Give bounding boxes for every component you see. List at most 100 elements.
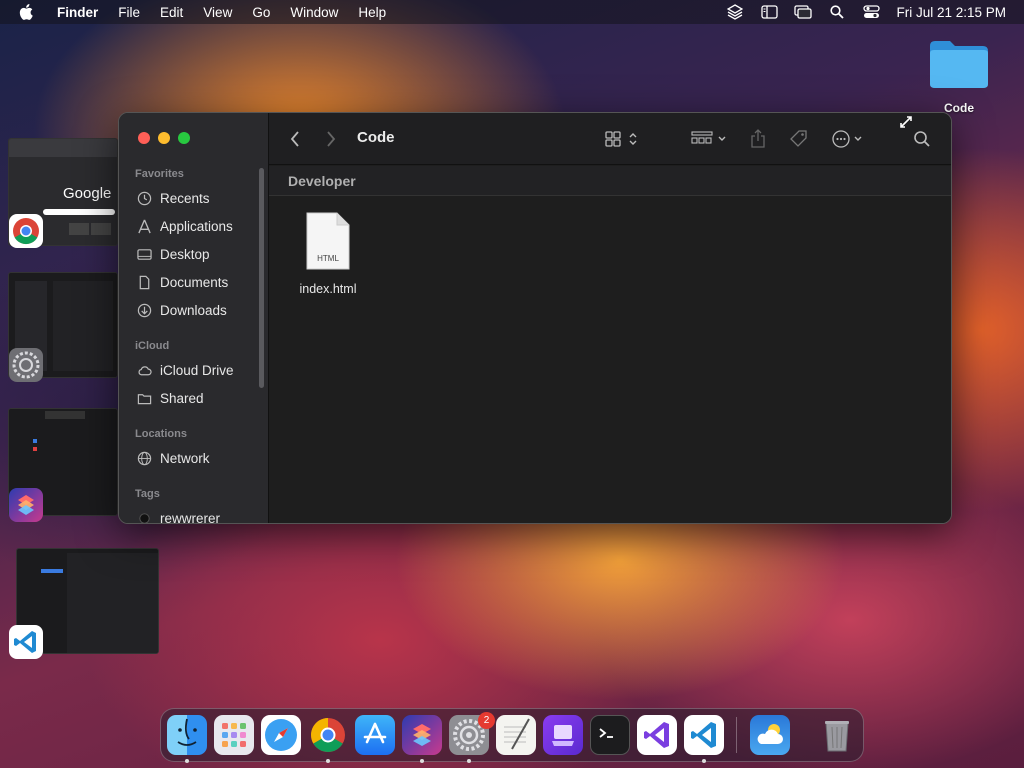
sidebar-item-label: Shared xyxy=(160,390,204,406)
sidebar-toggle-icon[interactable] xyxy=(760,4,778,20)
document-icon xyxy=(139,275,150,289)
folder-icon xyxy=(930,41,988,88)
desktop-folder-code[interactable]: Code xyxy=(926,38,992,115)
minimize-button[interactable] xyxy=(158,132,170,144)
control-center-icon[interactable] xyxy=(862,4,880,20)
sidebar-item-network[interactable]: Network xyxy=(137,447,210,469)
favorites-header: Favorites xyxy=(135,168,184,180)
close-button[interactable] xyxy=(138,132,150,144)
dock-terminal[interactable] xyxy=(590,715,630,755)
trash-icon xyxy=(825,721,849,752)
vscode-icon xyxy=(9,625,43,659)
menu-app-name[interactable]: Finder xyxy=(47,5,108,20)
chevron-left-icon xyxy=(290,131,299,147)
more-actions-button[interactable] xyxy=(831,129,867,149)
dock-launchpad[interactable] xyxy=(214,715,254,755)
shortcuts-icon xyxy=(413,724,431,746)
clock-icon xyxy=(137,191,152,205)
share-button[interactable] xyxy=(749,129,767,149)
dock-vscode[interactable] xyxy=(684,715,724,755)
sidebar-item-documents[interactable]: Documents xyxy=(137,271,228,293)
sidebar-item-label: Network xyxy=(160,450,210,466)
group-by-button[interactable] xyxy=(691,129,729,149)
sidebar-item-label: iCloud Drive xyxy=(160,362,234,378)
menu-window[interactable]: Window xyxy=(280,5,348,20)
path-header-label: Developer xyxy=(288,173,356,189)
dock-app-store[interactable] xyxy=(355,715,395,755)
forward-button[interactable] xyxy=(325,129,337,149)
cloud-icon xyxy=(138,365,152,375)
sidebar-item-label: Downloads xyxy=(160,302,227,318)
notification-badge: 2 xyxy=(478,712,495,729)
globe-icon xyxy=(137,451,152,465)
launchpad-grid-icon xyxy=(222,723,246,747)
spotlight-search-icon[interactable] xyxy=(828,4,846,20)
dock-finder[interactable] xyxy=(167,715,207,755)
terminal-icon xyxy=(599,728,613,738)
google-logo-text: Google xyxy=(63,185,112,202)
compass-icon xyxy=(265,719,297,751)
icon-grid-icon xyxy=(605,131,637,147)
running-indicator xyxy=(702,759,706,763)
layers-icon[interactable] xyxy=(726,4,744,20)
screen-mirroring-icon[interactable] xyxy=(794,4,813,20)
shortcuts-icon xyxy=(9,488,43,522)
tag-icon xyxy=(790,130,807,147)
zoom-button[interactable] xyxy=(178,132,190,144)
dock-safari[interactable] xyxy=(261,715,301,755)
sidebar-item-label: Documents xyxy=(160,274,229,290)
menu-clock[interactable]: Fri Jul 21 2:15 PM xyxy=(896,5,1006,20)
menu-go[interactable]: Go xyxy=(242,5,280,20)
system-settings-icon xyxy=(9,348,43,382)
sidebar-item-applications[interactable]: Applications xyxy=(137,215,233,237)
search-icon xyxy=(914,131,930,147)
sidebar-item-recents[interactable]: Recents xyxy=(137,187,210,209)
dock: 2 xyxy=(160,708,864,763)
dock-separator xyxy=(736,717,737,753)
finder-window: Favorites Recents Applications Desktop D… xyxy=(118,112,952,524)
icloud-header: iCloud xyxy=(135,340,170,352)
configurator-icon xyxy=(552,725,574,746)
dock-shortcuts[interactable] xyxy=(402,715,442,755)
dock-visual-studio[interactable] xyxy=(637,715,677,755)
menu-file[interactable]: File xyxy=(108,5,150,20)
vscode-icon xyxy=(691,722,716,748)
tag-button[interactable] xyxy=(789,129,809,149)
finder-sidebar: Favorites Recents Applications Desktop D… xyxy=(119,113,269,523)
html-file-icon: HTML xyxy=(306,212,350,270)
running-indicator xyxy=(185,759,189,763)
sidebar-item-downloads[interactable]: Downloads xyxy=(137,299,227,321)
menu-edit[interactable]: Edit xyxy=(150,5,193,20)
view-mode-button[interactable] xyxy=(605,129,641,149)
file-area[interactable]: HTML index.html xyxy=(269,197,951,523)
dock-chrome[interactable] xyxy=(308,715,348,755)
tags-header: Tags xyxy=(135,488,160,500)
sidebar-item-shared[interactable]: Shared xyxy=(137,387,204,409)
dock-apple-configurator[interactable] xyxy=(543,715,583,755)
group-grid-icon xyxy=(691,131,726,144)
shared-folder-icon xyxy=(137,393,152,404)
menu-help[interactable]: Help xyxy=(348,5,396,20)
running-indicator xyxy=(326,759,330,763)
sidebar-item-tag[interactable]: rewwrerer xyxy=(137,507,220,523)
sidebar-item-icloud-drive[interactable]: iCloud Drive xyxy=(137,359,234,381)
resize-cursor-icon xyxy=(899,115,913,134)
sidebar-item-label: Applications xyxy=(160,218,233,234)
sidebar-item-desktop[interactable]: Desktop xyxy=(137,243,210,265)
running-indicator xyxy=(420,759,424,763)
dock-system-settings[interactable]: 2 xyxy=(449,712,495,755)
dock-textedit[interactable] xyxy=(496,715,536,755)
search-button[interactable] xyxy=(913,129,931,149)
sidebar-scrollbar[interactable] xyxy=(259,168,264,388)
apple-menu-icon[interactable] xyxy=(19,4,33,20)
file-item[interactable]: HTML index.html xyxy=(293,211,363,296)
dock-trash[interactable] xyxy=(817,715,857,755)
dock-weather[interactable] xyxy=(750,715,790,755)
applications-icon xyxy=(138,219,151,233)
chrome-icon xyxy=(9,214,43,248)
menu-view[interactable]: View xyxy=(193,5,242,20)
path-header: Developer xyxy=(269,166,951,196)
locations-header: Locations xyxy=(135,428,187,440)
textedit-icon xyxy=(504,718,530,750)
back-button[interactable] xyxy=(289,129,301,149)
